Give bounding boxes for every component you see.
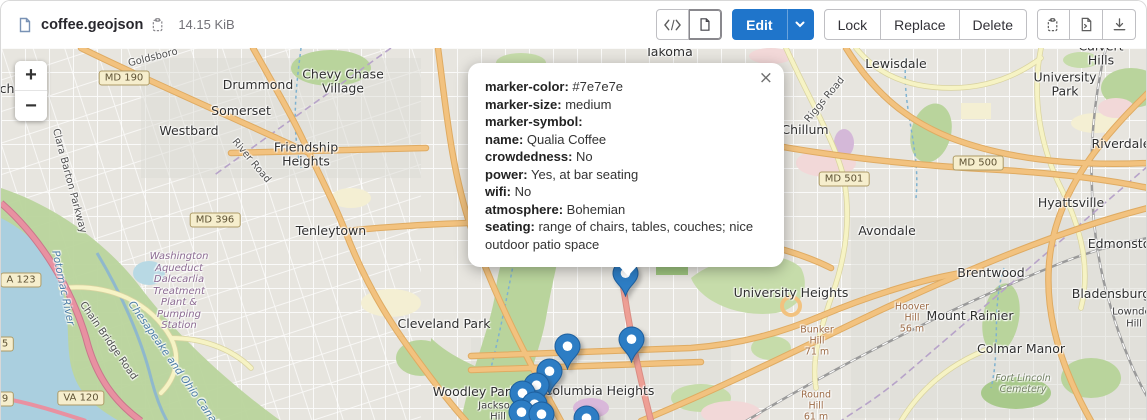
source-view-button[interactable] xyxy=(656,9,689,40)
feature-property-row: atmosphere: Bohemian xyxy=(485,201,766,219)
chevron-down-icon xyxy=(795,21,805,28)
copy-contents-icon xyxy=(1046,17,1061,32)
file-icon xyxy=(17,17,33,33)
feature-property-row: wifi: No xyxy=(485,183,766,201)
file-viewer: coffee.geojson 14.15 KiB xyxy=(0,0,1147,420)
file-actions-group: Lock Replace Delete xyxy=(824,9,1027,40)
map-marker[interactable] xyxy=(573,405,600,420)
copy-path-icon[interactable] xyxy=(151,17,166,32)
edit-dropdown-button[interactable] xyxy=(787,9,814,40)
toolbar-actions: Edit Lock Replace Delete xyxy=(656,9,1136,40)
edit-split-button: Edit xyxy=(732,9,813,40)
map-marker[interactable] xyxy=(528,401,555,420)
lock-button[interactable]: Lock xyxy=(824,9,882,40)
feature-properties: marker-color: #7e7e7emarker-size: medium… xyxy=(485,78,766,253)
zoom-out-button[interactable]: − xyxy=(15,91,47,121)
delete-button[interactable]: Delete xyxy=(960,9,1027,40)
feature-property-row: crowdedness: No xyxy=(485,148,766,166)
feature-property-row: seating: range of chairs, tables, couche… xyxy=(485,218,766,253)
map-marker[interactable] xyxy=(618,326,645,363)
feature-property-row: name: Qualia Coffee xyxy=(485,131,766,149)
feature-property-row: marker-size: medium xyxy=(485,96,766,114)
rendered-view-button[interactable] xyxy=(689,9,722,40)
feature-property-row: power: Yes, at bar seating xyxy=(485,166,766,184)
download-button[interactable] xyxy=(1103,9,1136,40)
file-name: coffee.geojson xyxy=(41,17,143,33)
open-raw-button[interactable] xyxy=(1070,9,1103,40)
code-icon xyxy=(664,19,681,31)
feature-property-row: marker-color: #7e7e7e xyxy=(485,78,766,96)
feature-popup: × marker-color: #7e7e7emarker-size: medi… xyxy=(468,63,784,267)
download-icon xyxy=(1112,17,1127,32)
copy-contents-button[interactable] xyxy=(1037,9,1070,40)
file-size: 14.15 KiB xyxy=(178,17,234,32)
popup-tail xyxy=(618,265,638,286)
geojson-map[interactable]: + − TakomaDrummondSomersetWestbardChevy … xyxy=(1,48,1147,420)
zoom-control: + − xyxy=(15,61,47,121)
edit-button[interactable]: Edit xyxy=(732,9,786,40)
zoom-in-button[interactable]: + xyxy=(15,61,47,91)
raw-file-icon xyxy=(1079,17,1094,32)
view-toggle-group xyxy=(656,9,722,40)
replace-button[interactable]: Replace xyxy=(881,9,959,40)
file-meta: coffee.geojson 14.15 KiB xyxy=(17,17,235,33)
utility-group xyxy=(1037,9,1136,40)
feature-property-row: marker-symbol: xyxy=(485,113,766,131)
close-icon[interactable]: × xyxy=(759,70,773,87)
document-icon xyxy=(698,17,712,32)
file-toolbar: coffee.geojson 14.15 KiB xyxy=(1,1,1146,48)
